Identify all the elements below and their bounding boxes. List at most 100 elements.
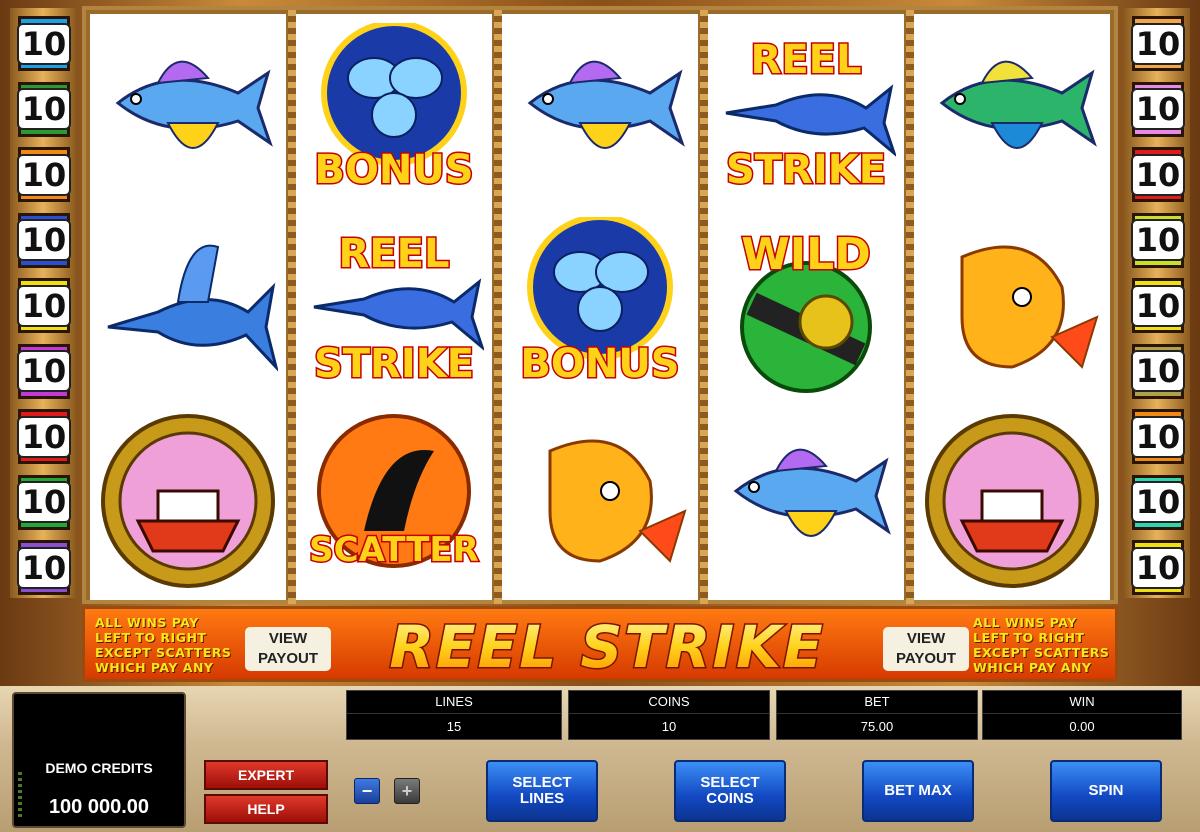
view-payout-line1: VIEW (268, 630, 308, 647)
select-lines-button[interactable]: SELECT LINES (486, 760, 598, 822)
lines-value: 15 (446, 719, 462, 734)
symbol-label: WILD (741, 229, 870, 280)
logo-text: REEL STRIKE (389, 613, 824, 681)
payline-badge-right-8[interactable]: 10 (1130, 474, 1186, 530)
credits-label: DEMO CREDITS (45, 760, 153, 776)
wild-fishing-reel-icon: WILD (714, 214, 898, 400)
payline-badge-left-7[interactable]: 10 (16, 409, 72, 464)
right-payline-column: 10 10 10 10 10 10 10 10 10 (1124, 8, 1190, 598)
reel-divider (906, 10, 914, 604)
payline-badge-right-3[interactable]: 10 (1130, 147, 1186, 202)
payline-number: 10 (16, 284, 72, 327)
payline-number: 10 (1130, 153, 1186, 196)
coins-label: COINS (569, 691, 769, 714)
mahi-mahi-icon (508, 408, 692, 594)
payline-number: 10 (1130, 350, 1186, 392)
help-button[interactable]: HELP (204, 794, 328, 824)
mahi-mahi-icon (920, 214, 1104, 400)
payline-number: 10 (1130, 219, 1186, 261)
expert-button[interactable]: EXPERT (204, 760, 328, 790)
payline-badge-right-2[interactable]: 10 (1130, 81, 1186, 137)
view-payout-line1: VIEW (906, 630, 946, 647)
credits-value: 100 000.00 (48, 796, 150, 818)
payline-badge-left-5[interactable]: 10 (16, 278, 72, 333)
symbol-label: BONUS (314, 147, 473, 193)
lines-display: LINES 15 (346, 690, 562, 740)
bet-max-button[interactable]: BET MAX (862, 760, 974, 822)
payline-badge-left-4[interactable]: 10 (16, 212, 72, 268)
payline-badge-right-6[interactable]: 10 (1130, 343, 1186, 399)
reel-divider (494, 10, 502, 604)
select-coins-line2: COINS (706, 790, 754, 807)
increase-button[interactable]: + (394, 778, 420, 804)
rules-line: LEFT TO RIGHT (95, 630, 207, 645)
decrease-button[interactable]: − (354, 778, 380, 804)
select-coins-button[interactable]: SELECT COINS (674, 760, 786, 822)
bet-label: BET (777, 691, 977, 714)
win-display: WIN 0.00 (982, 690, 1182, 740)
payline-badge-left-1[interactable]: 10 (16, 16, 72, 71)
flying-fish-icon (96, 20, 280, 206)
rules-text-right: ALL WINS PAY LEFT TO RIGHT EXCEPT SCATTE… (973, 615, 1123, 675)
flying-fish-icon (714, 408, 898, 594)
spin-label: SPIN (1088, 782, 1124, 799)
reel-divider (700, 10, 708, 604)
payline-number: 10 (1130, 415, 1186, 458)
payline-badge-left-9[interactable]: 10 (16, 540, 72, 595)
credits-display: DEMO CREDITS 100 000.00 (12, 692, 186, 828)
payline-number: 10 (1130, 481, 1186, 523)
reel-1 (90, 14, 286, 600)
symbol-label: STRIKE (314, 341, 474, 387)
symbol-label: SCATTER (309, 530, 479, 570)
reel-5 (914, 14, 1110, 600)
view-payout-line2: PAYOUT (895, 650, 956, 667)
symbol-label: REEL (751, 37, 862, 83)
coins-display: COINS 10 (568, 690, 770, 740)
scatter-marlin-icon: SCATTER (302, 408, 486, 594)
payline-badge-left-8[interactable]: 10 (16, 474, 72, 530)
bet-display: BET 75.00 (776, 690, 978, 740)
symbol-label: BONUS (520, 341, 679, 387)
payline-badge-left-2[interactable]: 10 (16, 81, 72, 137)
reel-strike-marlin-icon: REEL STRIKE (302, 214, 486, 400)
view-payout-button-left[interactable]: VIEW PAYOUT (245, 627, 331, 671)
select-lines-line1: SELECT (512, 774, 572, 791)
rules-line: EXCEPT SCATTERS (973, 645, 1110, 660)
payline-badge-left-3[interactable]: 10 (16, 147, 72, 202)
rules-line: LEFT TO RIGHT (973, 630, 1085, 645)
payline-badge-right-9[interactable]: 10 (1130, 540, 1186, 595)
win-label: WIN (983, 691, 1181, 714)
payline-number: 10 (16, 350, 72, 392)
payline-badge-right-7[interactable]: 10 (1130, 409, 1186, 464)
lines-label: LINES (347, 691, 561, 714)
payline-number: 10 (16, 546, 72, 589)
symbol-label: REEL (339, 231, 450, 277)
payline-number: 10 (16, 481, 72, 523)
boat-porthole-icon (96, 408, 280, 594)
bonus-propeller-icon: BONUS (508, 214, 692, 400)
game-banner: ALL WINS PAY LEFT TO RIGHT EXCEPT SCATTE… (82, 606, 1118, 682)
view-payout-button-right[interactable]: VIEW PAYOUT (883, 627, 969, 671)
left-payline-column: 10 10 10 10 10 10 10 10 10 (10, 8, 76, 598)
payline-number: 10 (16, 219, 72, 261)
reel-4: REEL STRIKE WILD (708, 14, 904, 600)
reel-divider (288, 10, 296, 604)
flying-fish-icon (508, 20, 692, 206)
bet-value: 75.00 (860, 719, 894, 734)
symbol-label: STRIKE (726, 147, 886, 193)
payline-number: 10 (1130, 546, 1186, 589)
payline-number: 10 (1130, 22, 1186, 65)
select-lines-line2: LINES (519, 790, 565, 807)
payline-badge-left-6[interactable]: 10 (16, 343, 72, 399)
rules-text-left: ALL WINS PAY LEFT TO RIGHT EXCEPT SCATTE… (95, 615, 245, 675)
spin-button[interactable]: SPIN (1050, 760, 1162, 822)
reel-frame: BONUS REEL STRIKE SCATTER BONUS REEL STRIKE W… (82, 6, 1118, 604)
rules-line: WHICH PAY ANY (973, 660, 1092, 675)
payline-badge-right-4[interactable]: 10 (1130, 212, 1186, 268)
payline-number: 10 (1130, 88, 1186, 130)
rules-line: ALL WINS PAY (95, 615, 199, 630)
payline-badge-right-1[interactable]: 10 (1130, 16, 1186, 71)
payline-badge-right-5[interactable]: 10 (1130, 278, 1186, 333)
rules-line: WHICH PAY ANY (95, 660, 214, 675)
payline-number: 10 (16, 22, 72, 65)
